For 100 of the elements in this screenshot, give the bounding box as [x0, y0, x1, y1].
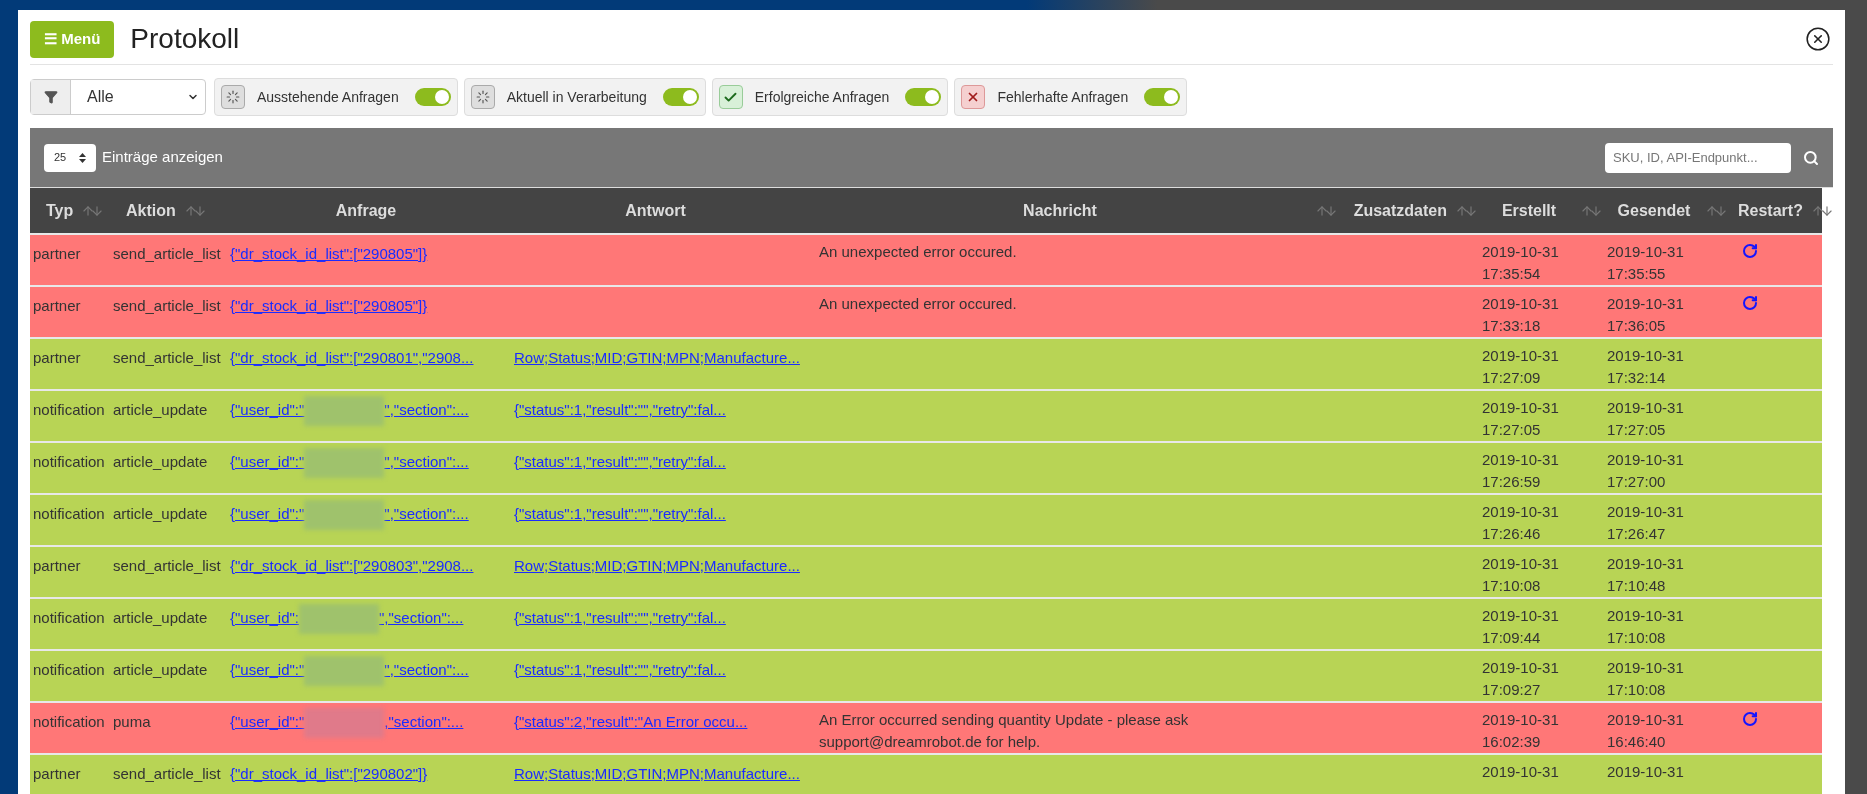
table-cell: notification — [33, 505, 105, 522]
request-link[interactable]: {"dr_stock_id_list":["290801","2908... — [230, 349, 474, 366]
created-time: 2019-10-31 — [1482, 658, 1560, 678]
created-time: 17:09:44 — [1482, 628, 1542, 648]
response-link[interactable]: {"status":1,"result":"","retry":fal... — [514, 609, 726, 626]
toggle-switch[interactable] — [1144, 88, 1181, 106]
table-cell: article_update — [113, 401, 208, 418]
column-header[interactable]: Typ — [46, 198, 74, 223]
table-cell: partner — [33, 297, 81, 314]
table-cell: article_update — [113, 661, 208, 678]
sent-time: 2019-10-31 — [1607, 710, 1685, 730]
column-header[interactable]: Restart? — [1738, 198, 1803, 223]
request-link[interactable]: {"dr_stock_id_list":["290805"]} — [230, 297, 428, 314]
sent-time: 17:10:08 — [1607, 680, 1667, 700]
created-time: 17:33:18 — [1482, 316, 1542, 336]
sent-time: 16:46:40 — [1607, 732, 1667, 752]
column-header[interactable]: Anfrage — [335, 198, 397, 223]
sent-time: 17:32:14 — [1607, 368, 1667, 388]
request-link[interactable]: {"user_id":" — [230, 401, 305, 418]
close-icon[interactable] — [1805, 26, 1831, 52]
table-cell: send_article_list — [113, 557, 221, 574]
restart-icon[interactable] — [1742, 243, 1758, 259]
sent-time: 2019-10-31 — [1607, 606, 1685, 626]
column-header[interactable]: Gesendet — [1611, 198, 1697, 223]
created-time: 2019-10-31 — [1482, 346, 1560, 366]
sent-time: 2019-10-31 — [1607, 554, 1685, 574]
spinner-icon — [221, 85, 245, 109]
created-time: 17:35:54 — [1482, 264, 1542, 284]
created-time: 2019-10-31 — [1482, 554, 1560, 574]
table-cell: send_article_list — [113, 297, 221, 314]
sent-time: 17:35:55 — [1607, 264, 1667, 284]
check-icon — [718, 85, 743, 109]
request-link[interactable]: ","section":... — [384, 453, 469, 470]
column-header[interactable]: Erstellt — [1486, 198, 1572, 223]
request-link[interactable]: {"user_id": — [230, 609, 300, 626]
request-link[interactable]: {"user_id":" — [230, 661, 305, 678]
created-time: 17:27:05 — [1482, 420, 1542, 440]
spinner-icon — [470, 85, 495, 109]
response-link[interactable]: {"status":1,"result":"","retry":fal... — [514, 505, 726, 522]
sent-time: 2019-10-31 — [1607, 502, 1685, 522]
table-cell: puma — [113, 713, 151, 730]
message-text: An unexpected error occured. — [819, 295, 1017, 312]
created-time: 2019-10-31 — [1482, 502, 1560, 522]
response-link[interactable]: {"status":1,"result":"","retry":fal... — [514, 661, 726, 678]
request-link[interactable]: ,"section":... — [384, 713, 464, 730]
message-text: An unexpected error occured. — [819, 243, 1017, 260]
toggle-switch[interactable] — [414, 88, 451, 106]
toggle-switch[interactable] — [905, 88, 942, 106]
created-time: 2019-10-31 — [1482, 710, 1560, 730]
created-time: 17:09:27 — [1482, 680, 1542, 700]
response-link[interactable]: Row;Status;MID;GTIN;MPN;Manufacture... — [514, 349, 800, 366]
created-time: 16:02:39 — [1482, 732, 1542, 752]
request-link[interactable]: {"dr_stock_id_list":["290803","2908... — [230, 557, 474, 574]
search-icon[interactable] — [1803, 149, 1819, 166]
x-icon — [961, 85, 986, 109]
filter-select[interactable]: Alle — [30, 79, 206, 115]
request-link[interactable]: ","section":... — [384, 661, 469, 678]
request-link[interactable]: ","section":... — [384, 505, 469, 522]
toggle-switch[interactable] — [662, 88, 699, 106]
table-cell: partner — [33, 557, 81, 574]
response-link[interactable]: {"status":2,"result":"An Error occu... — [514, 713, 748, 730]
filter-label: Ausstehende Anfragen — [257, 87, 399, 107]
sent-time: 2019-10-31 — [1607, 294, 1685, 314]
column-header[interactable]: Nachricht — [813, 198, 1307, 223]
request-link[interactable]: {"user_id":" — [230, 505, 305, 522]
table-cell: article_update — [113, 505, 208, 522]
created-time: 17:10:08 — [1482, 576, 1542, 596]
restart-icon[interactable] — [1742, 711, 1758, 727]
table-cell: partner — [33, 765, 81, 782]
response-link[interactable]: {"status":1,"result":"","retry":fal... — [514, 401, 726, 418]
created-time: 2019-10-31 — [1482, 450, 1560, 470]
sent-time: 17:10:48 — [1607, 576, 1667, 596]
menu-button[interactable]: ☰ Menü — [30, 20, 115, 58]
request-link[interactable]: {"user_id":" — [230, 453, 305, 470]
search-field[interactable]: SKU, ID, API-Endpunkt... — [1605, 142, 1791, 173]
column-header[interactable]: Zusatzdaten — [1353, 198, 1447, 223]
created-time: 2019-10-31 — [1482, 294, 1560, 314]
sort-icon[interactable] — [1810, 203, 1834, 218]
table-cell: article_update — [113, 453, 208, 470]
filter-icon — [31, 80, 71, 114]
filter-label: Aktuell in Verarbeitung — [506, 87, 647, 107]
request-link[interactable]: {"dr_stock_id_list":["290802"]} — [230, 765, 428, 782]
page-size-label: Einträge anzeigen — [102, 147, 224, 168]
sent-time: 17:36:05 — [1607, 316, 1667, 336]
response-link[interactable]: {"status":1,"result":"","retry":fal... — [514, 453, 726, 470]
response-link[interactable]: Row;Status;MID;GTIN;MPN;Manufacture... — [514, 557, 800, 574]
table-cell: send_article_list — [113, 349, 221, 366]
sent-time: 17:10:08 — [1607, 628, 1667, 648]
column-header[interactable]: Antwort — [625, 198, 686, 223]
page-size-select[interactable]: 25 — [44, 143, 96, 172]
restart-icon[interactable] — [1742, 295, 1758, 311]
response-link[interactable]: Row;Status;MID;GTIN;MPN;Manufacture... — [514, 765, 800, 782]
table-cell: article_update — [113, 609, 208, 626]
column-header[interactable]: Aktion — [126, 198, 176, 223]
request-link[interactable]: ","section":... — [379, 609, 464, 626]
request-link[interactable]: {"dr_stock_id_list":["290805"]} — [230, 245, 428, 262]
request-link[interactable]: ","section":... — [384, 401, 469, 418]
table-cell: notification — [33, 661, 105, 678]
request-link[interactable]: {"user_id":" — [230, 713, 305, 730]
sent-time: 2019-10-31 — [1607, 398, 1685, 418]
